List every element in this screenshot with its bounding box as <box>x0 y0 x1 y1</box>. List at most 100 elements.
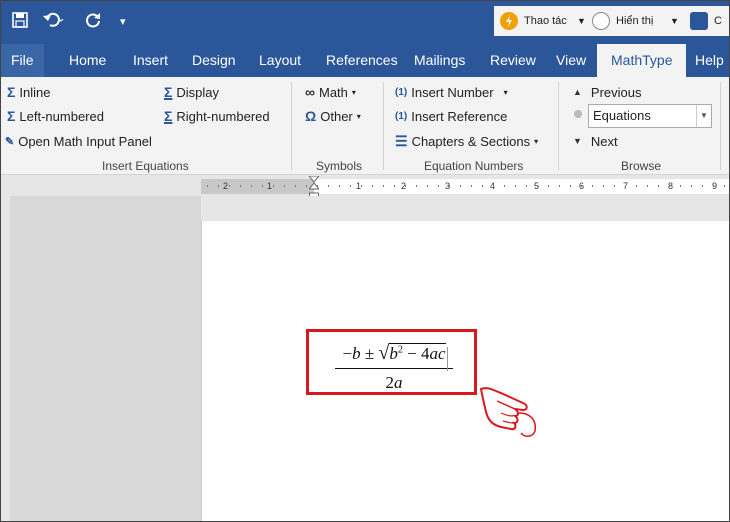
chevron-down-icon: ▾ <box>534 136 539 146</box>
ruler-minor-tick <box>339 185 340 187</box>
sigma-icon: Σ <box>7 84 16 100</box>
ruler-minor-tick <box>317 185 318 187</box>
tab-home[interactable]: Home <box>69 44 106 77</box>
group-divider <box>291 82 292 170</box>
ruler-minor-tick <box>537 185 538 187</box>
quadratic-formula[interactable]: −b ± √b2 − 4ac 2a <box>335 342 453 393</box>
title-bar: ▾ Thao tác ▼ Hiển thị ▼ C <box>1 1 729 44</box>
equation-reference-icon: (1) <box>395 110 408 122</box>
insert-number-button[interactable]: (1) Insert Number ▾ <box>395 82 508 102</box>
save-icon[interactable] <box>11 11 29 34</box>
ruler-minor-tick <box>526 185 527 187</box>
tab-mailings[interactable]: Mailings <box>414 44 465 77</box>
hien-thi-button[interactable]: Hiển thị <box>592 6 653 36</box>
tab-references[interactable]: References <box>326 44 398 77</box>
ruler-minor-tick <box>504 185 505 187</box>
other-symbols-button[interactable]: Ω Other ▾ <box>305 106 361 126</box>
ruler-minor-tick <box>702 185 703 187</box>
ruler-minor-tick <box>482 185 483 187</box>
sigma-numbered-icon: Σ <box>7 108 16 124</box>
ruler-minor-tick <box>449 185 450 187</box>
browse-by-select[interactable]: Equations ▼ <box>588 104 712 128</box>
ruler-minor-tick <box>680 185 681 187</box>
ruler-minor-tick <box>669 185 670 187</box>
ruler-minor-tick <box>328 185 329 187</box>
ruler-tick-label: 2 <box>223 181 229 191</box>
right-numbered-button[interactable]: Σ Right-numbered <box>164 106 270 126</box>
inline-button[interactable]: Σ Inline <box>7 82 50 102</box>
next-button[interactable]: ▼ Next <box>573 131 618 151</box>
tab-view[interactable]: View <box>556 44 586 77</box>
browse-by-icon <box>574 110 582 118</box>
ruler-minor-tick <box>658 185 659 187</box>
chevron-down-icon: ▾ <box>356 111 361 121</box>
chevron-down-icon[interactable]: ▼ <box>696 105 711 127</box>
thao-tac-button[interactable]: Thao tác <box>500 6 567 36</box>
ruler-minor-tick <box>460 185 461 187</box>
fraction-bar <box>335 368 453 369</box>
undo-icon[interactable] <box>42 11 64 34</box>
ruler-minor-tick <box>372 185 373 187</box>
ruler-minor-tick <box>493 185 494 187</box>
symbols-group-label: Symbols <box>316 159 363 173</box>
ruler-minor-tick <box>295 185 296 187</box>
ruler-minor-tick <box>284 185 285 187</box>
equation-highlight[interactable]: −b ± √b2 − 4ac 2a <box>306 329 477 395</box>
ruler-minor-tick <box>394 185 395 187</box>
group-divider <box>383 82 384 170</box>
chevron-down-icon: ▾ <box>351 87 356 97</box>
infinity-icon: ∞ <box>305 84 315 100</box>
ruler-minor-tick <box>614 185 615 187</box>
ruler-minor-tick <box>724 185 725 187</box>
ruler-minor-tick <box>559 185 560 187</box>
group-divider <box>558 82 559 170</box>
ribbon-tabs: File Home Insert Design Layout Reference… <box>1 44 729 77</box>
open-math-input-panel-button[interactable]: ✎ Open Math Input Panel <box>5 131 152 151</box>
ruler-minor-tick <box>416 185 417 187</box>
tab-design[interactable]: Design <box>192 44 236 77</box>
tab-layout[interactable]: Layout <box>259 44 301 77</box>
ruler-minor-tick <box>427 185 428 187</box>
chapters-sections-button[interactable]: ☰ Chapters & Sections ▾ <box>395 131 538 151</box>
math-symbols-button[interactable]: ∞ Math ▾ <box>305 82 356 102</box>
sigma-right-numbered-icon: Σ <box>164 108 173 124</box>
ruler-minor-tick <box>350 185 351 187</box>
customize-qat-icon[interactable]: ▾ <box>120 15 126 28</box>
extra-button[interactable]: C <box>690 6 722 36</box>
chevron-down-icon[interactable]: ▼ <box>670 6 679 36</box>
tab-help[interactable]: Help <box>695 44 724 77</box>
equation-denominator: 2a <box>385 373 403 392</box>
redo-icon[interactable] <box>84 11 102 34</box>
app-icon <box>690 12 708 30</box>
previous-button[interactable]: ▲ Previous <box>573 82 642 102</box>
ruler-minor-tick <box>625 185 626 187</box>
arrow-up-icon: ▲ <box>573 87 582 97</box>
tab-mathtype[interactable]: MathType <box>597 44 687 77</box>
chevron-down-icon: ▾ <box>503 87 508 97</box>
display-button[interactable]: Σ Display <box>164 82 219 102</box>
ruler-minor-tick <box>548 185 549 187</box>
tab-review[interactable]: Review <box>490 44 536 77</box>
ruler-minor-tick <box>306 185 307 187</box>
equation-numerator: −b ± √b2 − 4ac <box>342 342 446 364</box>
ruler-minor-tick <box>405 185 406 187</box>
text-cursor <box>447 347 448 371</box>
navigation-strip <box>10 196 201 521</box>
insert-reference-button[interactable]: (1) Insert Reference <box>395 106 507 126</box>
lightning-icon <box>500 12 518 30</box>
tab-insert[interactable]: Insert <box>133 44 168 77</box>
ruler-minor-tick <box>592 185 593 187</box>
ruler-minor-tick <box>438 185 439 187</box>
sigma-display-icon: Σ <box>164 84 173 100</box>
left-numbered-button[interactable]: Σ Left-numbered <box>7 106 104 126</box>
pointing-hand-icon <box>479 387 537 437</box>
addin-panel: Thao tác ▼ Hiển thị ▼ C <box>494 6 729 36</box>
ruler-minor-tick <box>262 185 263 187</box>
tab-file[interactable]: File <box>1 44 44 77</box>
ruler-tick-label: 1 <box>267 181 273 191</box>
ruler-minor-tick <box>647 185 648 187</box>
ruler-minor-tick <box>273 185 274 187</box>
browse-group-label: Browse <box>621 159 662 173</box>
omega-icon: Ω <box>305 108 317 124</box>
chevron-down-icon[interactable]: ▼ <box>577 6 586 36</box>
